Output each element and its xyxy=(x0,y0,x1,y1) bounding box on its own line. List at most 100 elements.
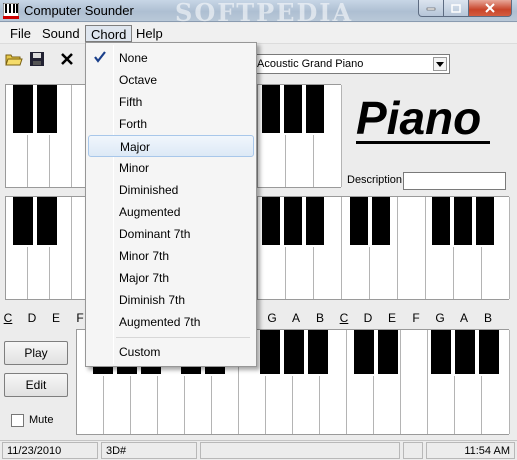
open-folder-icon xyxy=(5,54,23,66)
black-key[interactable] xyxy=(306,330,330,376)
save-button[interactable] xyxy=(26,48,48,70)
black-key[interactable] xyxy=(260,85,282,135)
status-time: 11:54 AM xyxy=(426,442,515,459)
chord-dominant-7th-label: Dominant 7th xyxy=(119,227,191,241)
black-key[interactable] xyxy=(282,197,304,247)
note-label: B xyxy=(483,311,492,325)
chord-augmented[interactable]: Augmented xyxy=(88,201,254,223)
chord-major-label: Major xyxy=(120,140,151,154)
menu-file[interactable]: File xyxy=(5,25,36,42)
checkmark-icon xyxy=(93,50,107,64)
chord-fifth[interactable]: Fifth xyxy=(88,91,254,113)
note-label: G xyxy=(267,311,277,325)
note-label: F xyxy=(412,311,420,325)
black-key[interactable] xyxy=(304,85,326,135)
black-key[interactable] xyxy=(282,85,304,135)
chord-diminished-label: Diminished xyxy=(119,183,179,197)
play-button[interactable]: Play xyxy=(4,341,68,365)
chord-none-label: None xyxy=(119,51,148,65)
open-button[interactable] xyxy=(3,48,25,70)
black-key[interactable] xyxy=(11,197,35,247)
black-key[interactable] xyxy=(370,197,392,247)
app-window: Computer Sounder SOFTPEDIA File Sound Ch… xyxy=(0,0,517,460)
status-blank-1 xyxy=(200,442,400,459)
chord-minor-7th-label: Minor 7th xyxy=(119,249,170,263)
title-bar[interactable]: Computer Sounder SOFTPEDIA xyxy=(0,0,517,27)
note-label: D xyxy=(27,311,37,325)
chord-minor-7th[interactable]: Minor 7th xyxy=(88,245,254,267)
black-key[interactable] xyxy=(477,330,501,376)
chord-custom-label: Custom xyxy=(119,345,161,359)
black-key[interactable] xyxy=(258,330,282,376)
instrument-select[interactable]: Acoustic Grand Piano xyxy=(252,54,450,74)
black-key[interactable] xyxy=(474,197,496,247)
menu-help[interactable]: Help xyxy=(131,25,168,42)
chord-diminish-7th[interactable]: Diminish 7th xyxy=(88,289,254,311)
chord-custom[interactable]: Custom xyxy=(88,341,254,363)
black-key[interactable] xyxy=(429,330,453,376)
chord-major[interactable]: Major xyxy=(88,135,254,157)
close-icon xyxy=(485,3,495,13)
black-key[interactable] xyxy=(348,197,370,247)
note-label: B xyxy=(315,311,324,325)
black-key[interactable] xyxy=(260,197,282,247)
chevron-down-icon[interactable] xyxy=(433,57,447,71)
chord-octave[interactable]: Octave xyxy=(88,69,254,91)
window-title: Computer Sounder xyxy=(24,3,134,18)
black-key[interactable] xyxy=(11,85,35,135)
piano-app-icon xyxy=(2,2,20,20)
chord-diminish-7th-label: Diminish 7th xyxy=(119,293,186,307)
white-key[interactable] xyxy=(398,197,426,299)
edit-button[interactable]: Edit xyxy=(4,373,68,397)
title-underline xyxy=(356,141,490,144)
chord-dominant-7th[interactable]: Dominant 7th xyxy=(88,223,254,245)
white-key[interactable] xyxy=(401,330,428,434)
instrument-select-value: Acoustic Grand Piano xyxy=(257,58,364,70)
maximize-button[interactable] xyxy=(443,0,469,17)
keyboard-upper-left[interactable] xyxy=(5,84,87,188)
menu-chord[interactable]: Chord xyxy=(85,25,133,42)
black-key[interactable] xyxy=(452,197,474,247)
black-key[interactable] xyxy=(35,85,59,135)
chord-none[interactable]: None xyxy=(88,47,254,69)
keyboard-middle-right[interactable] xyxy=(257,196,510,300)
black-key[interactable] xyxy=(453,330,477,376)
black-key[interactable] xyxy=(282,330,306,376)
keyboard-upper-right[interactable] xyxy=(257,84,342,188)
keyboard-middle-left[interactable] xyxy=(5,196,87,300)
note-label: C xyxy=(3,311,13,325)
clear-button[interactable] xyxy=(56,48,78,70)
black-key[interactable] xyxy=(304,197,326,247)
menu-bar: File Sound Chord Help xyxy=(0,23,517,44)
chord-minor[interactable]: Minor xyxy=(88,157,254,179)
description-input[interactable] xyxy=(403,172,506,190)
mute-checkbox[interactable] xyxy=(11,414,24,427)
note-label: G xyxy=(435,311,445,325)
chord-major-7th[interactable]: Major 7th xyxy=(88,267,254,289)
status-date: 11/23/2010 xyxy=(2,442,98,459)
chord-fifth-label: Fifth xyxy=(119,95,143,109)
instrument-title: Piano xyxy=(356,92,482,144)
note-label: A xyxy=(459,311,468,325)
chord-diminished[interactable]: Diminished xyxy=(88,179,254,201)
note-label: E xyxy=(387,311,396,325)
chord-major-7th-label: Major 7th xyxy=(119,271,170,285)
black-key[interactable] xyxy=(35,197,59,247)
status-key: 3D# xyxy=(101,442,197,459)
status-blank-2 xyxy=(403,442,423,459)
close-window-button[interactable] xyxy=(468,0,512,17)
chord-augmented-label: Augmented xyxy=(119,205,181,219)
menu-sound[interactable]: Sound xyxy=(37,25,85,42)
chord-forth[interactable]: Forth xyxy=(88,113,254,135)
minimize-button[interactable] xyxy=(418,0,444,17)
description-label: Description: xyxy=(347,174,406,186)
black-key[interactable] xyxy=(376,330,400,376)
chord-augmented-7th[interactable]: Augmented 7th xyxy=(88,311,254,333)
black-key[interactable] xyxy=(352,330,376,376)
maximize-icon xyxy=(451,3,461,13)
save-disk-icon xyxy=(30,52,44,66)
chord-dropdown-menu: None Octave Fifth Forth Major Minor Dimi… xyxy=(85,42,257,367)
black-key[interactable] xyxy=(430,197,452,247)
note-label: D xyxy=(363,311,373,325)
chord-minor-label: Minor xyxy=(119,161,150,175)
